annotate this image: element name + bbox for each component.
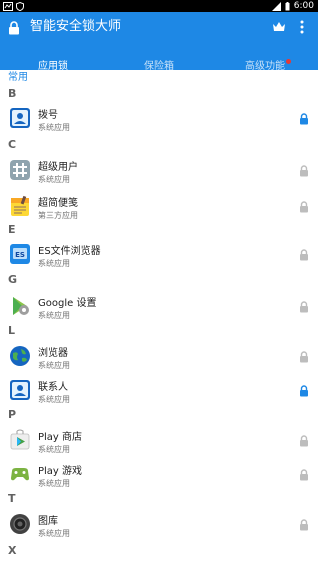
app-bar: 智能安全锁大师 应用锁 保险箱 高级功能 — [0, 12, 318, 82]
app-name: 浏览器 — [38, 348, 68, 359]
unlocked-padlock-icon[interactable] — [299, 351, 309, 363]
gallery-camera-icon — [10, 514, 30, 534]
app-type: 系统应用 — [38, 445, 70, 454]
signal-icon — [271, 1, 281, 11]
app-list[interactable]: 常用 B 拨号 系统应用 C 超级用户 系统应用 超简便笺 第三方应用 E ES… — [0, 70, 318, 566]
locked-padlock-icon[interactable] — [299, 113, 309, 125]
status-right: 6:00 — [271, 0, 314, 12]
section-letter: T — [8, 492, 16, 505]
crown-icon[interactable] — [272, 21, 286, 33]
google-settings-icon — [13, 297, 29, 315]
section-header-common: 常用 — [8, 72, 28, 83]
more-options-icon[interactable] — [299, 19, 305, 35]
unlocked-padlock-icon[interactable] — [299, 165, 309, 177]
locked-padlock-icon[interactable] — [299, 385, 309, 397]
new-feature-badge — [286, 59, 291, 64]
list-item[interactable]: Play 游戏 系统应用 — [0, 458, 318, 494]
app-type: 系统应用 — [38, 529, 70, 538]
app-type: 系统应用 — [38, 175, 70, 184]
list-item[interactable]: 浏览器 系统应用 — [0, 340, 318, 376]
list-item[interactable]: 图库 系统应用 — [0, 508, 318, 544]
section-letter: L — [8, 324, 16, 337]
unlocked-padlock-icon[interactable] — [299, 519, 309, 531]
unlocked-padlock-icon[interactable] — [299, 249, 309, 261]
list-item[interactable]: Google 设置 系统应用 — [0, 290, 318, 326]
es-file-explorer-icon: ES — [10, 244, 30, 264]
app-type: 系统应用 — [38, 395, 70, 404]
app-type: 系统应用 — [38, 311, 70, 320]
app-name: 联系人 — [38, 382, 68, 393]
superuser-icon — [10, 160, 30, 180]
dialer-icon — [10, 108, 30, 128]
list-item[interactable]: 拨号 系统应用 — [0, 102, 318, 138]
app-name: Play 游戏 — [38, 466, 83, 477]
contacts-icon — [10, 380, 30, 400]
section-letter: X — [8, 544, 17, 557]
section-letter: P — [8, 408, 17, 421]
play-store-icon — [10, 429, 30, 450]
notification-icon — [3, 1, 13, 11]
list-item[interactable]: Play 商店 系统应用 — [0, 424, 318, 460]
app-type: 系统应用 — [38, 123, 70, 132]
browser-globe-icon — [10, 346, 30, 366]
app-lock-icon — [9, 21, 19, 35]
svg-text:ES: ES — [15, 251, 25, 259]
app-type: 系统应用 — [38, 259, 70, 268]
app-type: 第三方应用 — [38, 211, 78, 220]
app-name: 拨号 — [38, 110, 58, 121]
unlocked-padlock-icon[interactable] — [299, 469, 309, 481]
status-bar: 6:00 — [0, 0, 318, 12]
status-notification-icons — [3, 1, 24, 11]
section-letter: B — [8, 87, 17, 100]
play-games-icon — [11, 468, 29, 481]
section-letter: E — [8, 223, 16, 236]
app-name: 超级用户 — [38, 162, 78, 173]
app-type: 系统应用 — [38, 361, 70, 370]
list-item[interactable]: 超级用户 系统应用 — [0, 154, 318, 190]
shield-status-icon — [16, 1, 24, 11]
app-name: ES文件浏览器 — [38, 246, 101, 257]
app-name: Play 商店 — [38, 432, 83, 443]
notes-icon — [11, 195, 29, 216]
section-letter: G — [8, 273, 18, 286]
status-time: 6:00 — [293, 1, 314, 11]
unlocked-padlock-icon[interactable] — [299, 201, 309, 213]
app-title: 智能安全锁大师 — [30, 19, 122, 34]
list-item[interactable]: 超简便笺 第三方应用 — [0, 190, 318, 226]
app-type: 系统应用 — [38, 479, 70, 488]
list-item[interactable]: 联系人 系统应用 — [0, 374, 318, 410]
unlocked-padlock-icon[interactable] — [299, 435, 309, 447]
app-name: 图库 — [38, 516, 58, 527]
app-name: Google 设置 — [38, 298, 97, 309]
section-letter: C — [8, 138, 17, 151]
app-name: 超简便笺 — [38, 198, 78, 209]
battery-icon — [285, 1, 290, 10]
list-item[interactable]: ES ES文件浏览器 系统应用 — [0, 238, 318, 274]
unlocked-padlock-icon[interactable] — [299, 301, 309, 313]
